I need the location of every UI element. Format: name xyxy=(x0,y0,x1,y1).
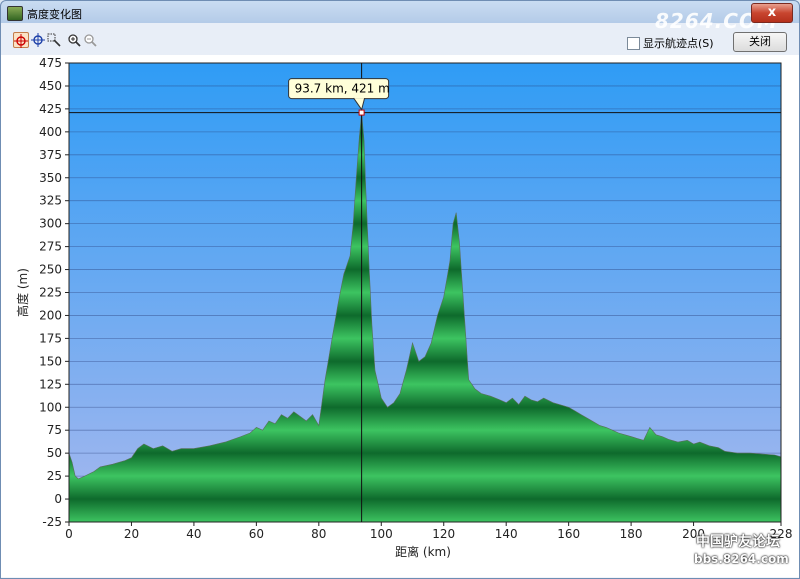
cursor-tooltip-text: 93.7 km, 421 m xyxy=(295,82,390,96)
crosshair-icon[interactable] xyxy=(31,32,47,48)
title-bar[interactable]: 高度变化图 8264.COM x xyxy=(1,1,799,33)
app-icon xyxy=(7,6,23,21)
cursor-point-marker xyxy=(358,109,365,116)
y-tick-label: 275 xyxy=(39,240,62,254)
y-tick-label: 325 xyxy=(39,194,62,208)
x-tick-label: 20 xyxy=(124,527,139,541)
y-tick-label: 175 xyxy=(39,331,62,345)
y-axis-label: 高度 (m) xyxy=(15,268,30,317)
checkbox-box[interactable] xyxy=(627,36,640,50)
zoom-box-icon[interactable] xyxy=(47,32,63,48)
y-tick-label: 150 xyxy=(39,354,62,368)
x-tick-label: 160 xyxy=(557,527,580,541)
x-tick-label: 100 xyxy=(370,527,393,541)
x-tick-label: 80 xyxy=(311,527,326,541)
x-tick-label: 40 xyxy=(186,527,201,541)
crosshair-select-icon[interactable] xyxy=(13,32,29,48)
zoom-in-icon[interactable] xyxy=(67,32,83,48)
y-tick-label: 350 xyxy=(39,171,62,185)
y-tick-label: 100 xyxy=(39,400,62,414)
y-tick-label: 475 xyxy=(39,56,62,70)
y-tick-label: 375 xyxy=(39,148,62,162)
y-tick-label: 450 xyxy=(39,79,62,93)
y-tick-label: 400 xyxy=(39,125,62,139)
x-tick-label: 0 xyxy=(65,527,73,541)
x-axis-label: 距离 (km) xyxy=(395,544,451,559)
x-tick-label: 120 xyxy=(432,527,455,541)
y-tick-label: 250 xyxy=(39,263,62,277)
elevation-chart[interactable]: -250255075100125150175200225250275300325… xyxy=(1,55,799,577)
y-tick-label: 50 xyxy=(47,446,62,460)
y-tick-label: 75 xyxy=(47,423,62,437)
y-tick-label: -25 xyxy=(42,515,62,529)
toolbar: 显示航迹点(S) 关闭 xyxy=(1,28,799,54)
y-tick-label: 300 xyxy=(39,217,62,231)
y-tick-label: 200 xyxy=(39,308,62,322)
window-close-button[interactable]: x xyxy=(751,3,793,23)
window-title: 高度变化图 xyxy=(27,8,82,21)
y-tick-label: 225 xyxy=(39,286,62,300)
y-tick-label: 425 xyxy=(39,102,62,116)
y-tick-label: 25 xyxy=(47,469,62,483)
elevation-window: 高度变化图 8264.COM x 显示航迹点(S) 关闭 -25 0 25 50… xyxy=(0,0,800,579)
x-tick-label: 180 xyxy=(620,527,643,541)
show-waypoints-label: 显示航迹点(S) xyxy=(643,37,714,50)
watermark-url: bbs.8264.com xyxy=(694,552,789,566)
zoom-out-icon[interactable] xyxy=(83,32,99,48)
watermark-forum: 中国驴友论坛 xyxy=(696,534,780,550)
x-tick-label: 60 xyxy=(249,527,264,541)
y-tick-label: 125 xyxy=(39,377,62,391)
x-tick-label: 140 xyxy=(495,527,518,541)
close-button[interactable]: 关闭 xyxy=(733,32,787,52)
y-tick-label: 0 xyxy=(54,492,62,506)
show-waypoints-checkbox[interactable]: 显示航迹点(S) xyxy=(627,35,714,51)
